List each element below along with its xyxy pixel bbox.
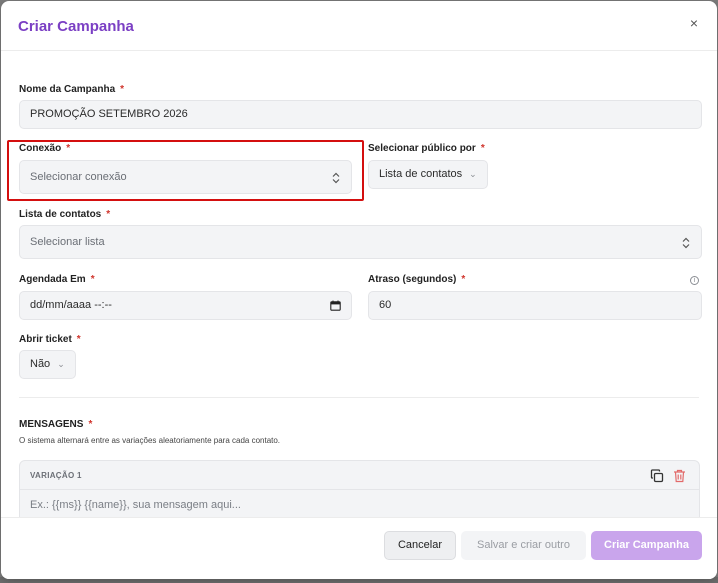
campaign-name-input[interactable]: PROMOÇÃO SETEMBRO 2026 [19,100,702,129]
close-icon[interactable]: × [685,14,703,32]
audience-label: Selecionar público por * [368,143,485,154]
messages-title: MENSAGENS * [19,419,92,430]
delay-label-text: Atraso (segundos) [368,274,457,285]
modal-title: Criar Campanha [18,18,134,35]
required-mark: * [120,84,125,95]
open-ticket-value: Não [30,358,51,370]
open-ticket-select[interactable]: Não ⌄ [19,350,76,379]
variation-header: VARIAÇÃO 1 [20,461,699,490]
required-mark: * [106,209,111,220]
scheduled-placeholder: dd/mm/aaaa --:-- [30,299,112,311]
messages-title-text: MENSAGENS [19,419,84,430]
copy-icon[interactable] [650,469,664,483]
open-ticket-label-text: Abrir ticket [19,334,72,345]
info-icon[interactable]: i [690,276,699,285]
variation-card: VARIAÇÃO 1 Ex.: {{ms}} {{name}}, sua men… [19,460,700,517]
campaign-name-label-text: Nome da Campanha [19,84,116,95]
campaign-name-label: Nome da Campanha * [19,84,124,95]
audience-label-text: Selecionar público por [368,143,476,154]
section-divider [19,397,699,398]
chevron-down-icon: ⌄ [469,169,477,179]
delay-label: Atraso (segundos) * [368,274,465,285]
required-mark: * [76,334,81,345]
modal-footer: Cancelar Salvar e criar outro Criar Camp… [1,517,717,579]
create-campaign-button[interactable]: Criar Campanha [591,531,702,560]
chevron-down-icon: ⌄ [57,359,65,369]
required-mark: * [461,274,466,285]
required-mark: * [480,143,485,154]
scheduled-label: Agendada Em * [19,274,95,285]
contact-list-label-text: Lista de contatos [19,209,102,220]
required-mark: * [90,274,95,285]
highlight-box [7,140,364,201]
variation-message-input[interactable]: Ex.: {{ms}} {{name}}, sua mensagem aqui.… [30,499,241,511]
required-mark: * [88,419,93,430]
delay-input[interactable]: 60 [368,291,702,320]
save-and-create-another-button[interactable]: Salvar e criar outro [461,531,586,560]
select-arrows-icon [682,237,690,249]
calendar-icon[interactable] [330,300,341,311]
messages-description: O sistema alternará entre as variações a… [19,436,281,445]
campaign-name-value: PROMOÇÃO SETEMBRO 2026 [30,108,188,120]
audience-select[interactable]: Lista de contatos ⌄ [368,160,488,189]
create-campaign-modal: Criar Campanha × Nome da Campanha * PROMO… [1,1,717,579]
scheduled-datetime-input[interactable]: dd/mm/aaaa --:-- [19,291,352,320]
audience-value: Lista de contatos [379,168,463,180]
variation-title: VARIAÇÃO 1 [30,471,82,480]
open-ticket-label: Abrir ticket * [19,334,81,345]
trash-icon[interactable] [673,469,686,483]
modal-header: Criar Campanha × [1,1,717,51]
contact-list-select[interactable]: Selecionar lista [19,225,702,259]
contact-list-placeholder: Selecionar lista [30,236,105,248]
contact-list-label: Lista de contatos * [19,209,110,220]
cancel-button[interactable]: Cancelar [384,531,456,560]
scheduled-label-text: Agendada Em [19,274,86,285]
delay-value: 60 [379,299,392,311]
modal-body: Nome da Campanha * PROMOÇÃO SETEMBRO 2026… [1,52,717,517]
